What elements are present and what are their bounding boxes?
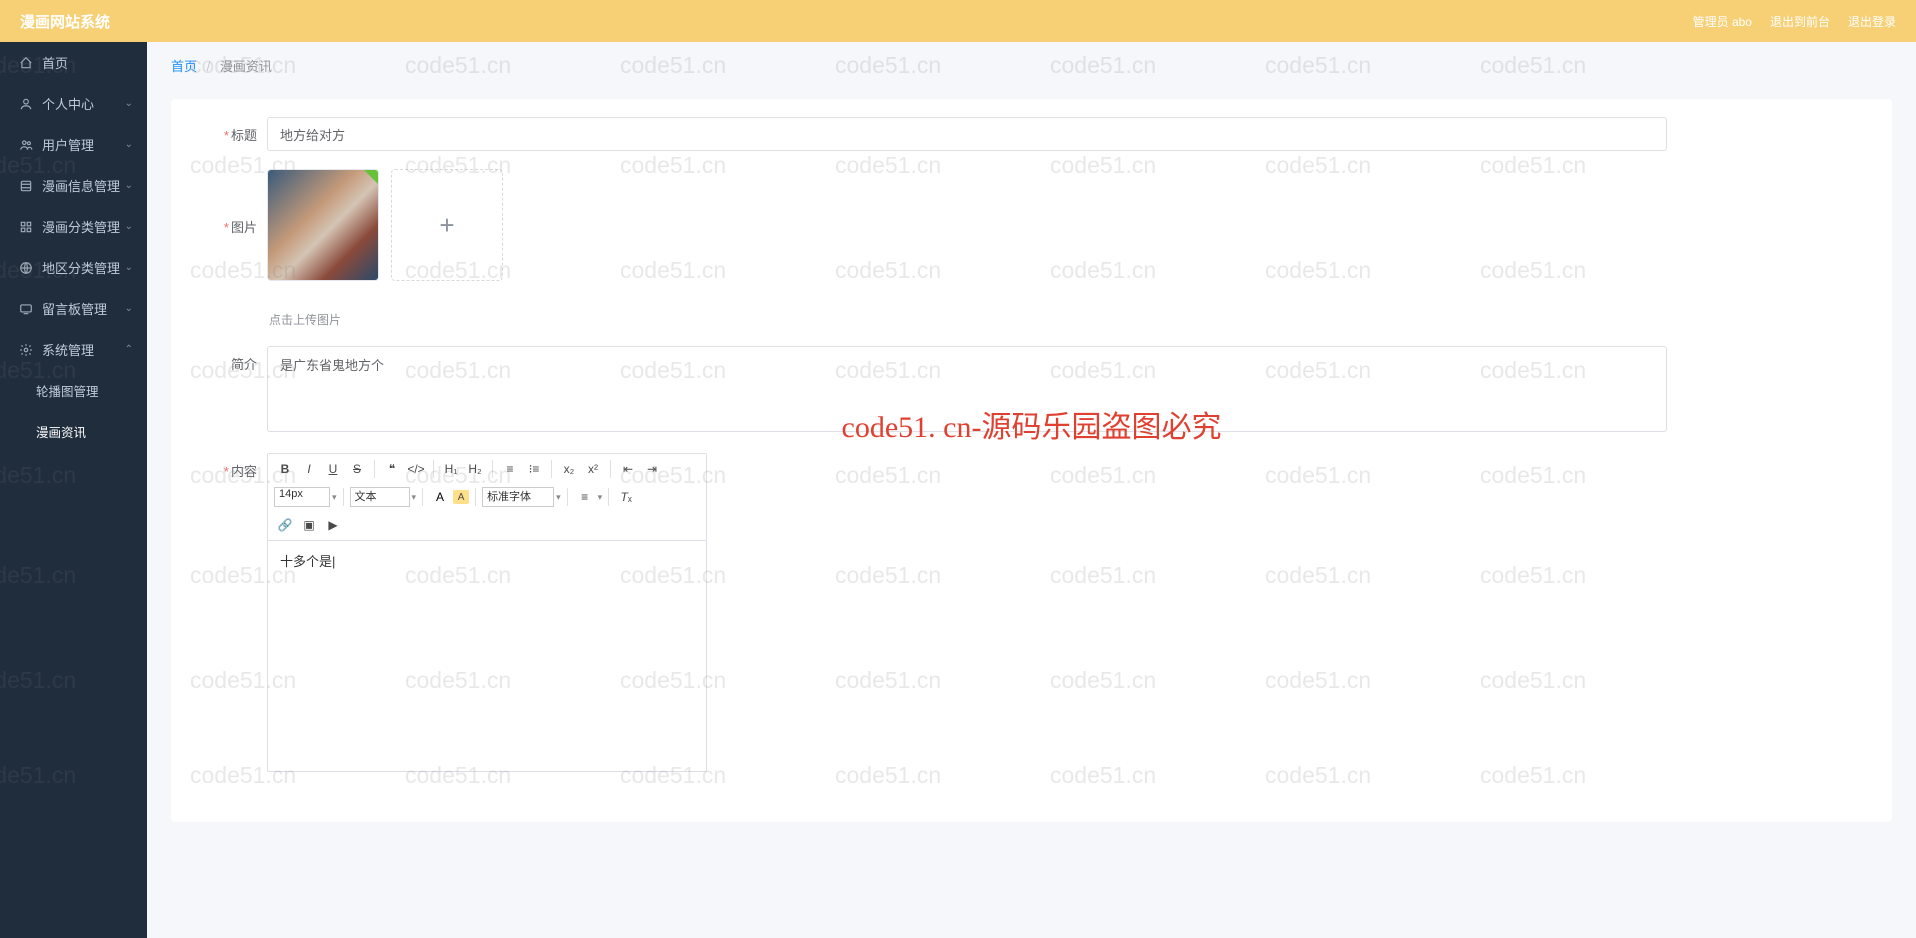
chevron-down-icon: ⌄ [125,180,133,191]
breadcrumb-home[interactable]: 首页 [171,59,197,74]
main-content: 首页 / 漫画资讯 *标题 *图片 + 点击上传图片 [147,42,1916,938]
link-button[interactable]: 🔗 [274,514,296,536]
sidebar-item-guestbook[interactable]: 留言板管理 ⌄ [0,288,147,329]
editor-toolbar: B I U S ❝ </> H₁ H₂ ≡ ⁝≡ [268,454,706,541]
plus-icon: + [439,210,454,241]
sub-button[interactable]: x₂ [558,458,580,480]
sup-button[interactable]: x² [582,458,604,480]
globe-icon [18,261,34,275]
sidebar-item-home[interactable]: 首页 [0,42,147,83]
sidebar-sub-carousel[interactable]: 轮播图管理 [0,370,147,411]
sidebar-item-label: 漫画信息管理 [42,176,120,195]
outdent-button[interactable]: ⇤ [617,458,639,480]
sidebar-item-label: 轮播图管理 [36,381,99,400]
sidebar-item-label: 留言板管理 [42,299,107,318]
title-input[interactable] [267,117,1667,151]
textcolor-button[interactable]: A [429,486,451,508]
logo: 漫画网站系统 [20,11,110,32]
sidebar-item-label: 首页 [42,53,68,72]
breadcrumb-current: 漫画资讯 [220,59,272,74]
grid-icon [18,220,34,234]
clear-format-button[interactable]: Tₓ [615,486,637,508]
ul-button[interactable]: ⁝≡ [523,458,545,480]
sidebar-item-comic-info[interactable]: 漫画信息管理 ⌄ [0,165,147,206]
image-button[interactable]: ▣ [298,514,320,536]
underline-button[interactable]: U [322,458,344,480]
sidebar-item-label: 个人中心 [42,94,94,113]
intro-textarea[interactable] [267,346,1667,432]
rich-editor: B I U S ❝ </> H₁ H₂ ≡ ⁝≡ [267,453,707,772]
chevron-down-icon: ⌄ [125,139,133,150]
h1-button[interactable]: H₁ [440,458,462,480]
breadcrumb-sep: / [207,59,211,74]
home-icon [18,56,34,70]
chevron-down-icon: ⌄ [125,221,133,232]
paragraph-select[interactable]: 文本 [350,487,410,507]
video-button[interactable]: ▶ [322,514,344,536]
logout-link[interactable]: 退出登录 [1848,13,1896,30]
sidebar-submenu: 轮播图管理 漫画资讯 [0,370,147,452]
code-button[interactable]: </> [405,458,427,480]
message-icon [18,302,34,316]
top-header: 漫画网站系统 管理员 abo 退出到前台 退出登录 [0,0,1916,42]
image-label: *图片 [195,169,257,328]
image-thumbnail[interactable] [267,169,379,281]
quote-button[interactable]: ❝ [381,458,403,480]
user-icon [18,97,34,111]
sidebar: 首页 个人中心 ⌄ 用户管理 ⌄ 漫画信息管理 ⌄ 漫画分类管理 ⌄ 地区分类管… [0,42,147,938]
ol-button[interactable]: ≡ [499,458,521,480]
layers-icon [18,179,34,193]
sidebar-sub-news[interactable]: 漫画资讯 [0,411,147,452]
editor-content[interactable]: 十多个是| [268,541,706,771]
sidebar-item-comic-category[interactable]: 漫画分类管理 ⌄ [0,206,147,247]
sidebar-item-system[interactable]: 系统管理 ⌃ [0,329,147,370]
bold-button[interactable]: B [274,458,296,480]
sidebar-item-users[interactable]: 用户管理 ⌄ [0,124,147,165]
chevron-down-icon: ⌄ [125,303,133,314]
sidebar-item-personal[interactable]: 个人中心 ⌄ [0,83,147,124]
form-card: *标题 *图片 + 点击上传图片 简介 [171,99,1892,822]
upload-tip: 点击上传图片 [267,311,1868,328]
users-icon [18,138,34,152]
header-actions: 管理员 abo 退出到前台 退出登录 [1693,13,1896,30]
chevron-down-icon: ⌄ [125,98,133,109]
strike-button[interactable]: S [346,458,368,480]
sidebar-item-region[interactable]: 地区分类管理 ⌄ [0,247,147,288]
gear-icon [18,343,34,357]
chevron-up-icon: ⌃ [125,344,133,355]
chevron-down-icon: ⌄ [125,262,133,273]
sidebar-item-label: 用户管理 [42,135,94,154]
italic-button[interactable]: I [298,458,320,480]
upload-add-button[interactable]: + [391,169,503,281]
bgcolor-button[interactable]: A [453,490,469,504]
align-select[interactable]: ≡ [574,486,596,508]
breadcrumb: 首页 / 漫画资讯 [147,42,1916,89]
sidebar-item-label: 漫画资讯 [36,422,86,441]
sidebar-item-label: 系统管理 [42,340,94,359]
title-label: *标题 [195,117,257,151]
admin-label[interactable]: 管理员 abo [1693,13,1752,30]
fontfamily-select[interactable]: 标准字体 [482,487,554,507]
fontsize-select[interactable]: 14px [274,487,330,507]
sidebar-item-label: 地区分类管理 [42,258,120,277]
h2-button[interactable]: H₂ [464,458,486,480]
exit-front-link[interactable]: 退出到前台 [1770,13,1830,30]
indent-button[interactable]: ⇥ [641,458,663,480]
content-label: *内容 [195,453,257,772]
sidebar-item-label: 漫画分类管理 [42,217,120,236]
intro-label: 简介 [195,346,257,435]
